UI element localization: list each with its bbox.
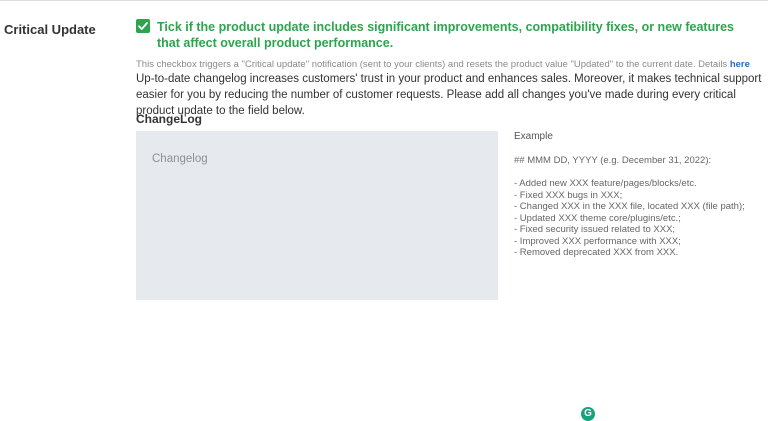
critical-update-checkbox-label[interactable]: Tick if the product update includes sign…	[157, 19, 757, 51]
changelog-title: ChangeLog	[136, 112, 202, 126]
example-line: - Changed XXX in the XXX file, located X…	[514, 201, 745, 212]
example-lines: - Added new XXX feature/pages/blocks/etc…	[514, 178, 764, 259]
changelog-example: Example ## MMM DD, YYYY (e.g. December 3…	[514, 131, 764, 259]
changelog-placeholder: Changelog	[152, 153, 208, 165]
example-line: - Added new XXX feature/pages/blocks/etc…	[514, 178, 697, 189]
example-title: Example	[514, 131, 553, 142]
example-line: - Updated XXX theme core/plugins/etc.;	[514, 212, 681, 224]
details-link[interactable]: here	[730, 59, 750, 70]
example-line: - Fixed security issued related to XXX;	[514, 224, 676, 235]
critical-update-label: Critical Update	[4, 22, 96, 37]
critical-update-checkbox[interactable]	[136, 19, 150, 33]
top-divider	[0, 0, 768, 1]
example-format: ## MMM DD, YYYY (e.g. December 31, 2022)…	[514, 154, 712, 166]
helper-text: This checkbox triggers a "Critical updat…	[136, 59, 728, 70]
critical-update-helper-text: This checkbox triggers a "Critical updat…	[136, 59, 766, 70]
example-line: - Removed deprecated XXX from XXX.	[514, 247, 679, 258]
changelog-textarea[interactable]: Changelog G	[136, 131, 595, 421]
example-line: - Improved XXX performance with XXX;	[514, 235, 681, 247]
example-line: - Fixed XXX bugs in XXX;	[514, 189, 623, 201]
grammarly-icon[interactable]: G	[581, 407, 595, 421]
changelog-description: Up-to-date changelog increases customers…	[136, 73, 762, 117]
checkmark-icon	[138, 22, 148, 30]
